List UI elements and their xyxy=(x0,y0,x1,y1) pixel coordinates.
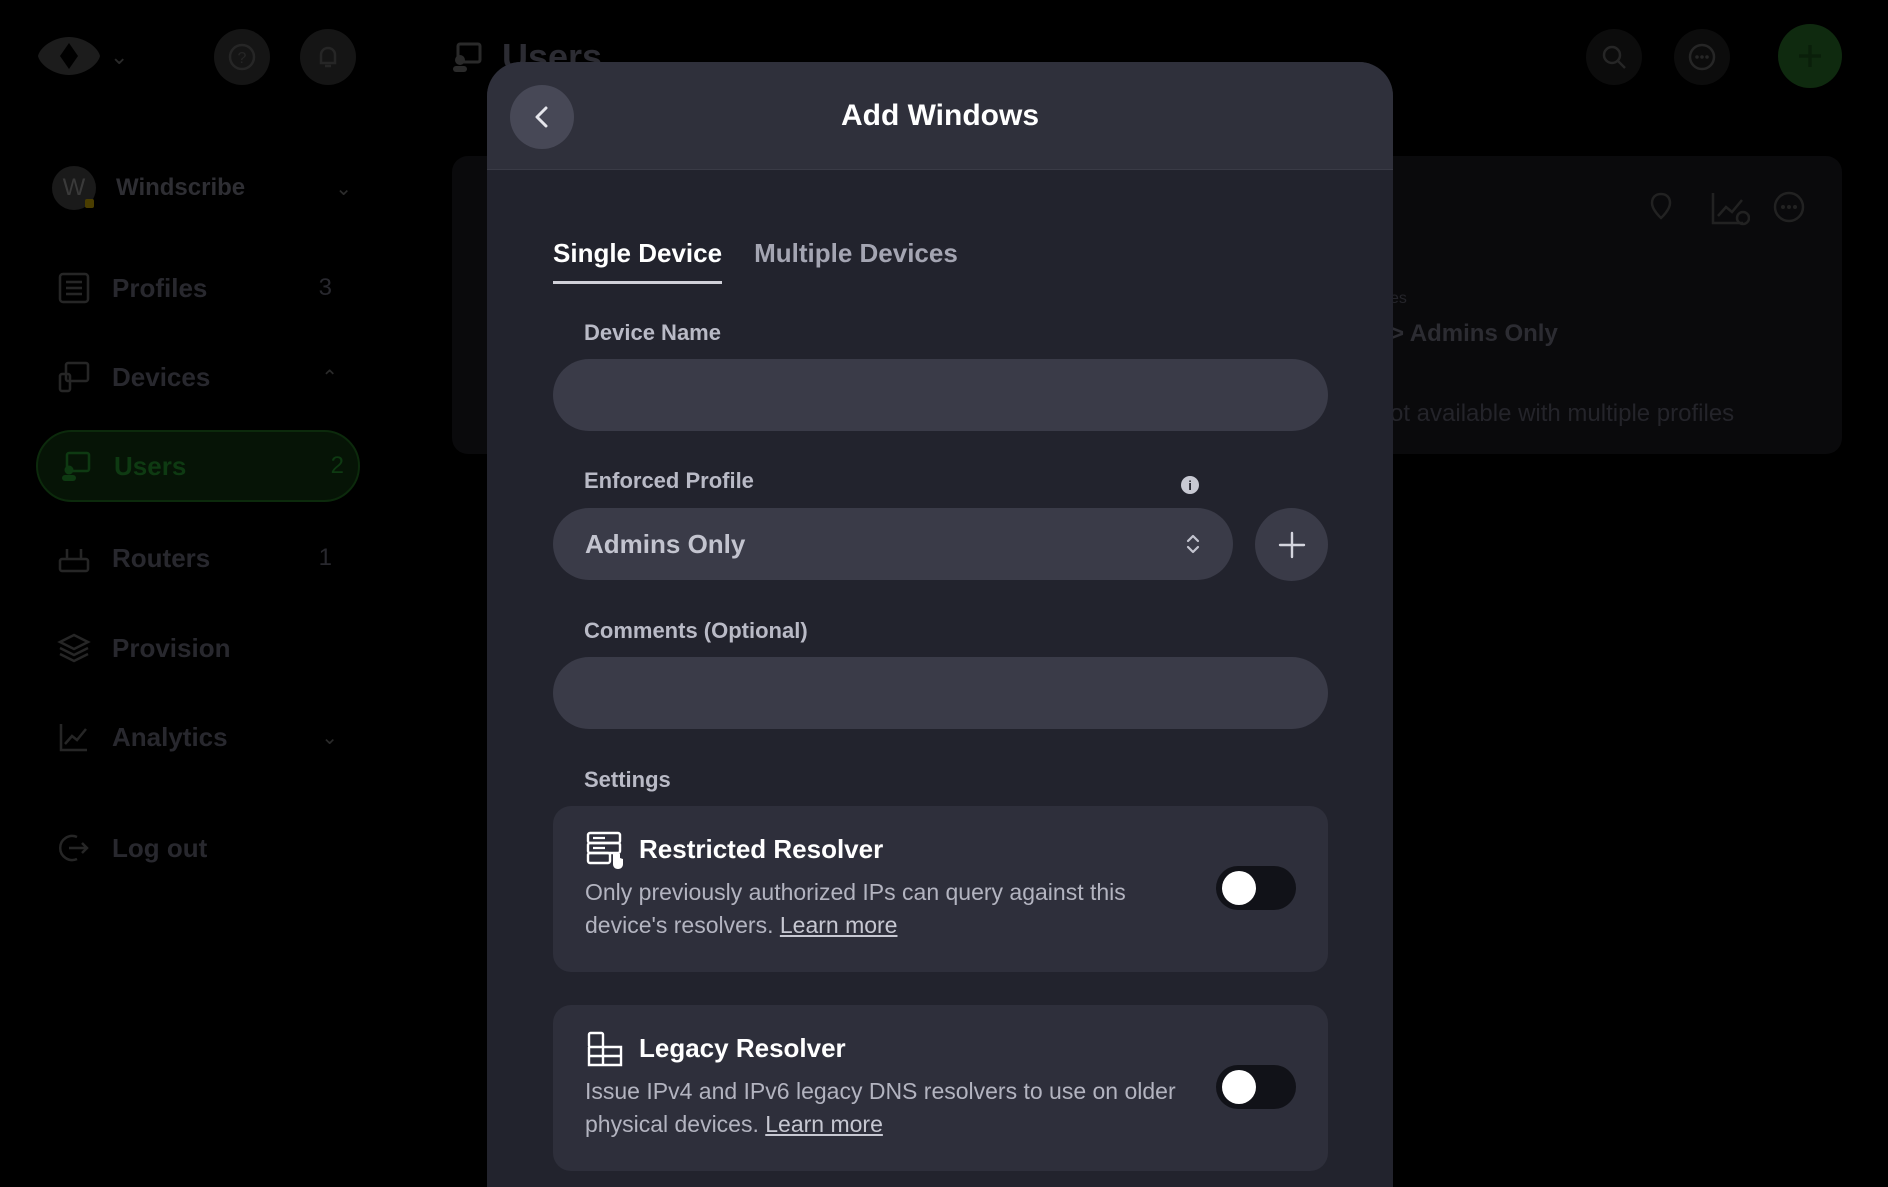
enforced-profile-label: Enforced Profile xyxy=(584,468,754,493)
chevron-down-icon[interactable]: ⌄ xyxy=(110,44,128,70)
sidebar-item-count: 2 xyxy=(330,452,344,479)
sidebar-item-label: Devices xyxy=(112,361,211,392)
comments-field[interactable] xyxy=(553,657,1328,729)
legacy-resolver-card: Legacy Resolver Issue IPv4 and IPv6 lega… xyxy=(553,1005,1328,1171)
logout-icon xyxy=(56,830,92,866)
sidebar-item-label: Profiles xyxy=(112,272,208,303)
avatar: W xyxy=(52,166,96,210)
sidebar-item-count: 1 xyxy=(318,544,332,571)
add-profile-button[interactable] xyxy=(1255,508,1328,581)
users-icon xyxy=(58,448,94,484)
setting-title: Restricted Resolver xyxy=(639,834,884,864)
legacy-resolver-toggle[interactable] xyxy=(1216,1065,1296,1109)
toggle-knob xyxy=(1222,1070,1256,1104)
setting-description: Issue IPv4 and IPv6 legacy DNS resolvers… xyxy=(585,1075,1195,1141)
sidebar-item-routers[interactable]: Routers 1 xyxy=(56,528,346,588)
tab-multiple-devices[interactable]: Multiple Devices xyxy=(754,238,958,284)
server-icon xyxy=(586,831,623,869)
analytics-icon[interactable] xyxy=(1710,190,1750,226)
profile-value: > Admins Only xyxy=(1390,320,1558,347)
brand-logo-icon xyxy=(38,37,100,75)
svg-text:?: ? xyxy=(238,50,247,67)
modal-header: Add Windows xyxy=(487,62,1393,170)
settings-label: Settings xyxy=(584,767,671,792)
chevron-down-icon: ⌄ xyxy=(321,726,338,749)
learn-more-link[interactable]: Learn more xyxy=(765,1111,883,1137)
comments-label: Comments (Optional) xyxy=(584,618,808,643)
sidebar-item-devices[interactable]: Devices ⌃ xyxy=(56,347,346,407)
sidebar-item-users[interactable]: Users 2 xyxy=(36,430,360,502)
router-icon xyxy=(56,540,92,576)
device-mode-tabs: Single Device Multiple Devices xyxy=(553,238,958,284)
device-name-field[interactable] xyxy=(553,359,1328,431)
org-switcher[interactable]: W Windscribe ⌄ xyxy=(52,158,352,218)
sidebar-item-profiles[interactable]: Profiles 3 xyxy=(56,258,346,318)
chat-icon[interactable] xyxy=(1674,29,1730,85)
sidebar-item-label: Routers xyxy=(112,542,211,573)
chevron-left-icon xyxy=(535,106,548,128)
plus-icon xyxy=(1799,45,1821,67)
chevron-down-icon: ⌄ xyxy=(335,177,352,200)
chart-icon xyxy=(56,719,92,755)
devices-icon xyxy=(56,359,92,395)
add-device-modal: Add Windows Single Device Multiple Devic… xyxy=(487,62,1393,1187)
device-name-label: Device Name xyxy=(584,320,721,345)
more-icon[interactable] xyxy=(1772,190,1806,224)
chevron-up-icon: ⌃ xyxy=(321,366,338,389)
tab-single-device[interactable]: Single Device xyxy=(553,238,723,284)
sidebar-item-label: Analytics xyxy=(112,721,228,752)
info-icon[interactable]: i xyxy=(1181,476,1199,494)
layers-icon xyxy=(56,630,92,666)
legacy-grid-icon xyxy=(587,1031,623,1067)
restricted-resolver-toggle[interactable] xyxy=(1216,866,1296,910)
setting-description: Only previously authorized IPs can query… xyxy=(585,876,1195,942)
profiles-icon xyxy=(56,270,92,306)
org-name: Windscribe xyxy=(116,174,246,201)
search-icon[interactable] xyxy=(1586,29,1642,85)
sidebar-item-analytics[interactable]: Analytics ⌄ xyxy=(56,707,346,767)
bell-icon[interactable] xyxy=(300,29,356,85)
enforced-profile-select[interactable]: Admins Only xyxy=(553,508,1233,580)
restricted-resolver-card: Restricted Resolver Only previously auth… xyxy=(553,806,1328,972)
users-icon xyxy=(453,42,482,72)
sidebar-item-label: Users xyxy=(114,450,187,481)
sidebar-item-label: Log out xyxy=(112,832,208,863)
setting-title: Legacy Resolver xyxy=(639,1033,846,1063)
sidebar-item-provision[interactable]: Provision xyxy=(56,618,346,678)
sidebar-item-count: 3 xyxy=(318,274,332,301)
add-button[interactable] xyxy=(1778,24,1842,88)
learn-more-link[interactable]: Learn more xyxy=(780,912,898,938)
enforced-profile-value: Admins Only xyxy=(585,528,746,559)
location-icon[interactable] xyxy=(1644,190,1678,224)
plus-icon xyxy=(1278,531,1305,558)
profile-note: ot available with multiple profiles xyxy=(1390,400,1735,427)
sidebar-item-logout[interactable]: Log out xyxy=(56,818,346,878)
toggle-knob xyxy=(1222,871,1256,905)
modal-title: Add Windows xyxy=(840,98,1040,132)
sort-arrows-icon xyxy=(1186,534,1200,554)
sidebar-item-label: Provision xyxy=(112,632,231,663)
help-icon[interactable]: ? xyxy=(214,29,270,85)
back-button[interactable] xyxy=(510,85,574,149)
